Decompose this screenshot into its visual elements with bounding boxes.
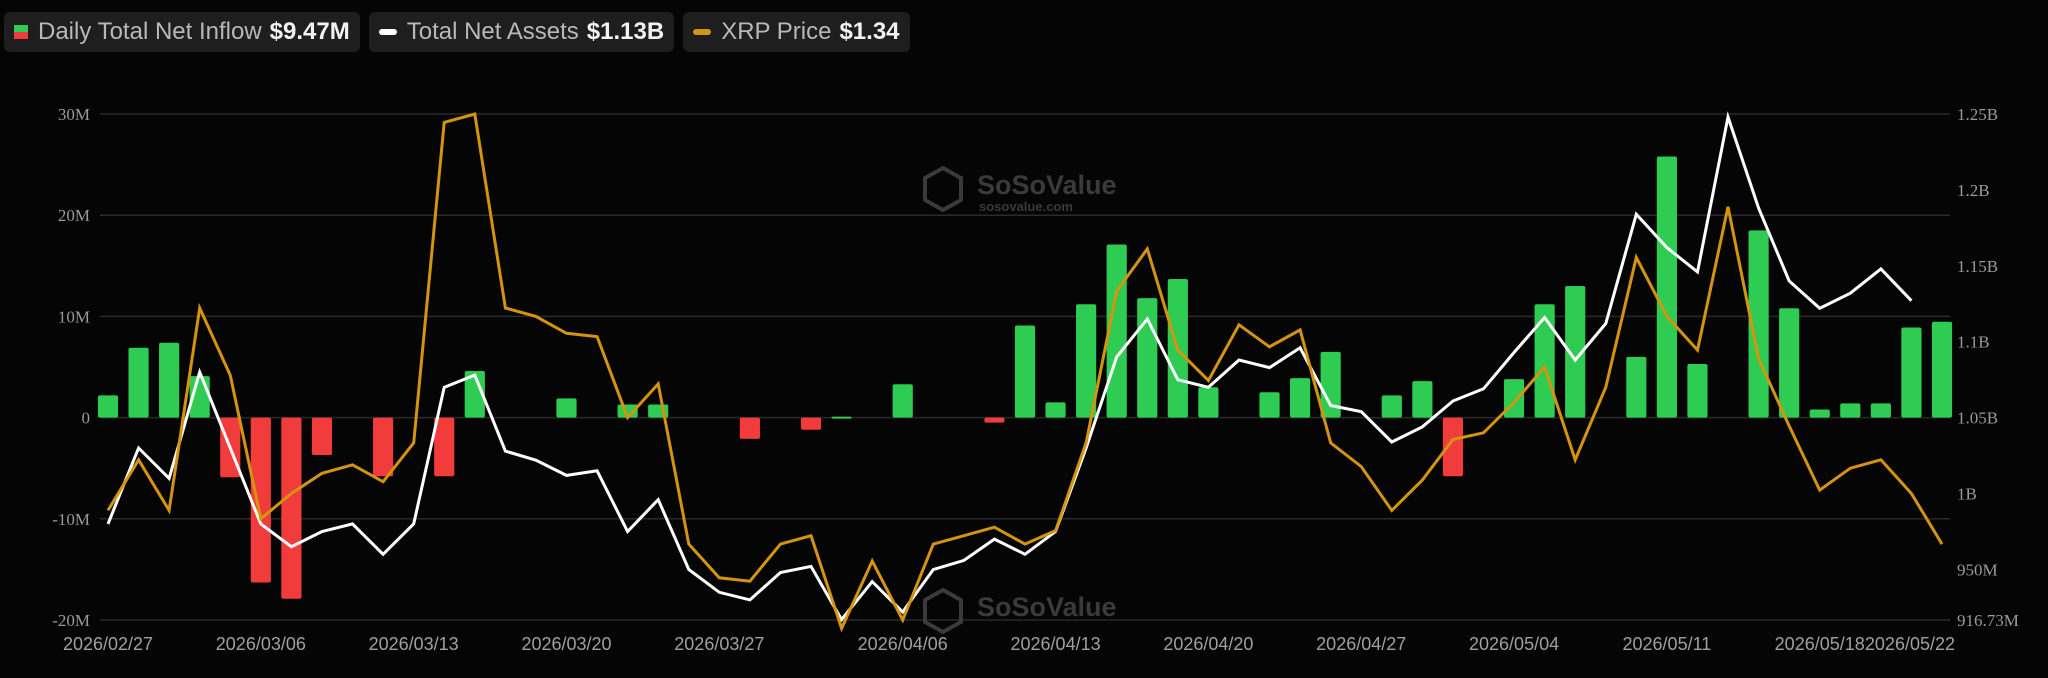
inflow-bar	[1259, 392, 1280, 418]
y-axis-left: -20M -10M 0 10M 20M 30M	[52, 105, 90, 630]
y-tick-label-right: 1.05B	[1957, 409, 1998, 428]
inflow-bar	[1412, 381, 1433, 418]
x-tick-label: 2026/04/20	[1163, 634, 1253, 654]
y-tick-label-left: 10M	[58, 307, 90, 326]
inflow-bar	[739, 417, 760, 439]
x-tick-label: 2026/03/13	[369, 634, 459, 654]
inflow-bar	[1931, 321, 1953, 418]
x-tick-label: 2026/03/20	[521, 634, 611, 654]
y-tick-label-right: 1.25B	[1957, 105, 1998, 124]
y-tick-label-right: 916.73M	[1957, 611, 2019, 630]
sosovalue-logo-icon	[923, 165, 963, 213]
x-tick-label: 2026/05/22	[1865, 634, 1955, 654]
inflow-bar	[1626, 356, 1647, 418]
inflow-bar	[1840, 403, 1861, 418]
inflow-bar	[1901, 327, 1922, 418]
y-tick-label-left: 0	[82, 409, 91, 428]
x-tick-label: 2026/05/04	[1469, 634, 1559, 654]
inflow-bar	[1198, 387, 1219, 418]
inflow-bar	[1534, 304, 1555, 418]
x-tick-label: 2026/05/18	[1775, 634, 1865, 654]
y-tick-label-right: 1.1B	[1957, 333, 1990, 352]
inflow-bar	[984, 417, 1005, 423]
chart-canvas[interactable]: SoSoValue sosovalue.com SoSoValue -20M -1…	[0, 0, 2048, 678]
inflow-bar	[1014, 325, 1036, 418]
inflow-bar	[556, 398, 577, 418]
x-tick-label: 2026/04/06	[858, 634, 948, 654]
inflow-bars	[97, 156, 1953, 599]
inflow-bar	[892, 384, 913, 418]
watermark-site: sosovalue.com	[979, 199, 1073, 214]
inflow-bar	[281, 417, 302, 599]
inflow-bar	[311, 417, 333, 456]
x-tick-label: 2026/02/27	[63, 634, 153, 654]
y-tick-label-left: 30M	[58, 105, 90, 124]
inflow-bar	[1503, 379, 1525, 418]
sosovalue-logo-icon	[923, 587, 963, 635]
watermark-brand: SoSoValue	[977, 170, 1117, 200]
y-tick-label-left: 20M	[58, 206, 90, 225]
inflow-bar	[1687, 363, 1708, 418]
x-tick-label: 2026/04/27	[1316, 634, 1406, 654]
inflow-bar	[128, 347, 149, 418]
y-axis-right: 916.73M 950M 1B 1.05B 1.1B 1.15B 1.2B 1.25B	[1957, 105, 2019, 630]
inflow-bar	[373, 417, 394, 477]
inflow-bar	[831, 416, 852, 419]
y-tick-label-left: -20M	[52, 611, 90, 630]
inflow-bar	[159, 342, 180, 418]
inflow-bar	[1381, 395, 1402, 418]
y-tick-label-left: -10M	[52, 510, 90, 529]
inflow-bar	[1779, 308, 1800, 418]
inflow-bar	[1290, 378, 1311, 418]
watermark-brand: SoSoValue	[977, 592, 1117, 622]
inflow-bar	[1137, 298, 1158, 418]
inflow-bar	[434, 417, 455, 477]
y-tick-label-right: 1.2B	[1957, 181, 1990, 200]
inflow-bar	[1870, 403, 1891, 418]
x-axis: 2026/02/27 2026/03/06 2026/03/13 2026/03/20…	[63, 634, 1955, 654]
inflow-bar	[1809, 409, 1830, 418]
inflow-bar	[250, 417, 271, 583]
watermark-top: SoSoValue sosovalue.com	[923, 165, 1117, 214]
x-tick-label: 2026/04/13	[1011, 634, 1101, 654]
y-tick-label-right: 1.15B	[1957, 257, 1998, 276]
inflow-bar	[800, 417, 822, 430]
x-tick-label: 2026/03/27	[674, 634, 764, 654]
x-tick-label: 2026/03/06	[216, 634, 306, 654]
inflow-bar	[1045, 402, 1066, 418]
inflow-bar	[1656, 156, 1677, 418]
inflow-bar	[97, 395, 119, 418]
watermark-bottom: SoSoValue	[923, 587, 1117, 635]
y-tick-label-right: 1B	[1957, 485, 1977, 504]
y-tick-label-right: 950M	[1957, 560, 1998, 579]
x-tick-label: 2026/05/11	[1623, 634, 1712, 654]
